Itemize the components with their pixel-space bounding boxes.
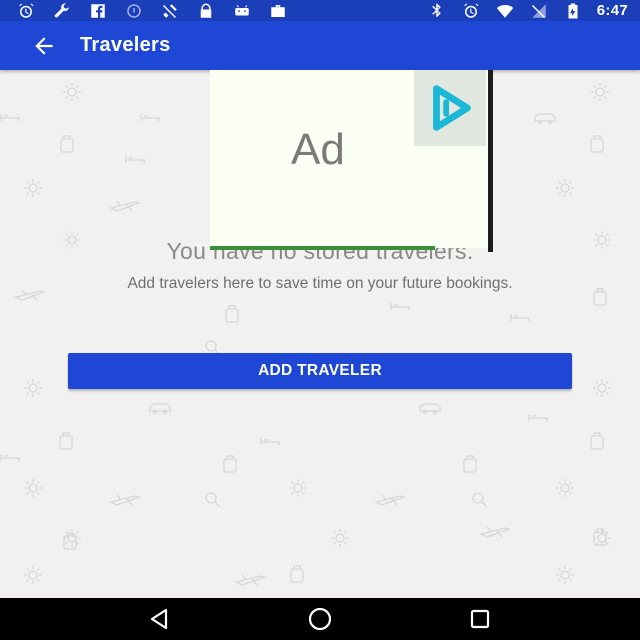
arrow-left-icon — [35, 36, 53, 55]
ad-banner[interactable]: Ad — [210, 70, 495, 252]
status-bar: 6:47 — [0, 0, 640, 21]
circle-icon — [124, 2, 144, 20]
alarm-icon — [16, 2, 36, 20]
page-title: Travelers — [80, 34, 171, 56]
back-triangle-icon — [150, 608, 168, 630]
facebook-icon — [88, 2, 108, 20]
ad-label: Ad — [291, 125, 345, 174]
battery-icon — [563, 2, 583, 20]
system-nav-bar — [0, 598, 640, 640]
wrench-icon — [52, 2, 72, 20]
status-left-icons — [16, 2, 288, 20]
app-bar: Travelers — [0, 21, 640, 70]
ad-divider-bottom — [210, 246, 435, 250]
wifi-icon — [495, 2, 515, 20]
bluetooth-icon — [427, 2, 447, 20]
recents-square-icon — [470, 609, 490, 629]
lock-icon — [196, 2, 216, 20]
briefcase-icon — [268, 2, 288, 20]
nav-back-button[interactable] — [140, 599, 180, 639]
ad-divider-right — [488, 70, 493, 252]
no-signal-icon — [529, 2, 549, 20]
nav-home-button[interactable] — [300, 599, 340, 639]
status-right-icons: 6:47 — [427, 2, 628, 20]
status-time: 6:47 — [596, 2, 628, 19]
empty-state-subtitle: Add travelers here to save time on your … — [127, 275, 513, 292]
home-circle-icon — [308, 607, 332, 631]
ad-body[interactable]: Ad — [210, 70, 490, 248]
alarm-icon — [461, 2, 481, 20]
android-icon — [232, 2, 252, 20]
signal-off-icon — [160, 2, 180, 20]
play-logo-icon[interactable] — [414, 70, 486, 146]
nav-recents-button[interactable] — [460, 599, 500, 639]
back-button[interactable] — [16, 21, 72, 70]
add-traveler-button[interactable]: ADD TRAVELER — [68, 353, 572, 389]
